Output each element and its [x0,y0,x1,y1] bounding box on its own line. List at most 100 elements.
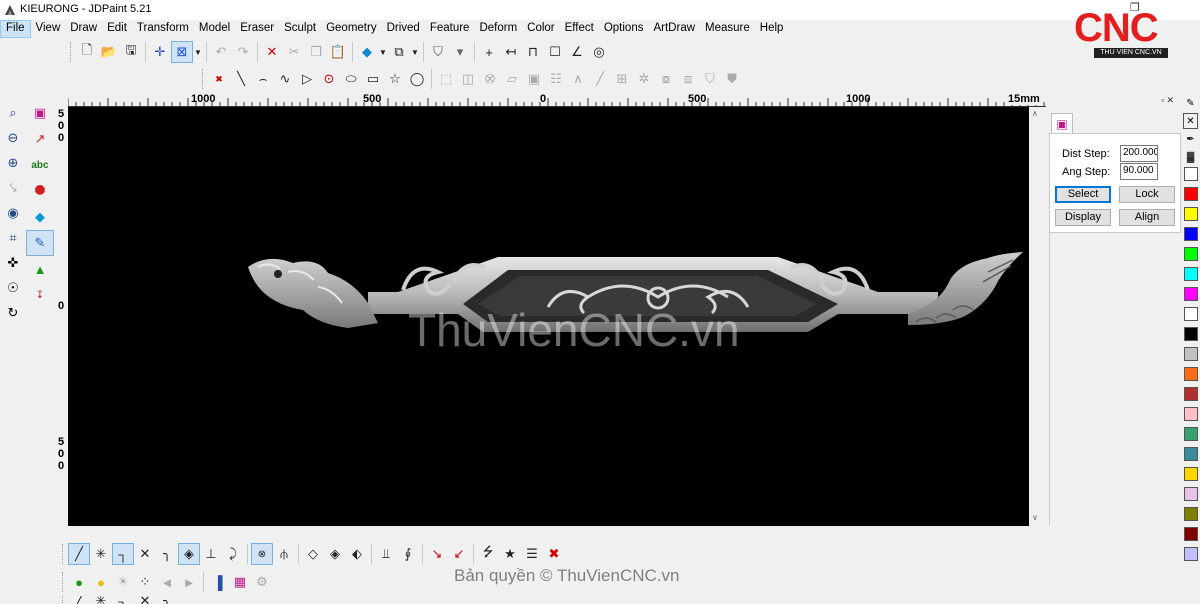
group-icon[interactable]: ⧇ [655,68,677,90]
shield-solid-icon[interactable]: ▾ [449,41,471,63]
array-icon[interactable]: ⬚ [435,68,457,90]
perpendicular-icon[interactable]: ⊥ [200,543,222,565]
text-abc-icon[interactable]: abc [26,152,54,178]
octagon-icon[interactable]: ⯃ [26,178,54,204]
scale-icon[interactable]: ▣ [523,68,545,90]
color-swatch[interactable] [1184,447,1198,461]
pick-icon[interactable]: ↗ [26,126,54,152]
box-measure-icon[interactable]: ☐ [544,41,566,63]
shield-fill-icon[interactable]: ⛊ [721,68,743,90]
diamond-icon[interactable]: ◈ [178,543,200,565]
zoom-in-icon[interactable]: ⊕ [0,150,26,175]
eye-icon[interactable]: ◉ [0,200,26,225]
rectangle-icon[interactable]: ▭ [362,68,384,90]
menu-file[interactable]: File [0,20,31,38]
no-color-icon[interactable]: ✕ [1183,113,1198,129]
trim-icon[interactable]: ╱ [589,68,611,90]
dist-step-input[interactable]: 200.000 [1120,145,1158,162]
chevron-down-icon[interactable]: ▼ [378,41,388,63]
pencil-icon[interactable]: ✎ [1183,95,1198,111]
menu-edit[interactable]: Edit [102,20,132,38]
measure-icon[interactable]: ↧ [26,282,54,308]
snap-point-icon[interactable]: ⊗ [251,543,273,565]
split-curve-icon[interactable]: ✳ [90,543,112,565]
list-icon[interactable]: ☰ [521,543,543,565]
shield-outline-icon[interactable]: ⛉ [699,68,721,90]
corner-icon[interactable]: ┐ [112,543,134,565]
node-add-icon[interactable]: ◇ [302,543,324,565]
open-folder-icon[interactable]: 📂 [98,41,120,63]
toolbar-grip[interactable] [70,42,73,62]
panel-window-controls[interactable]: ▫✕ [1161,95,1176,106]
yellow-bulb-icon[interactable]: ● [90,571,112,593]
menu-color[interactable]: Color [522,20,559,38]
table-icon[interactable]: ▦ [229,571,251,593]
color-swatch[interactable] [1184,187,1198,201]
paste-icon[interactable]: 📋 [327,41,349,63]
drawing-canvas[interactable]: ThuVienCNC.vn [68,107,1029,526]
gear-icon[interactable]: ⚙ [251,571,273,593]
circle-center-icon[interactable]: ⊙ [318,68,340,90]
tool-b-icon[interactable]: ✳ [90,596,112,604]
polyline-icon[interactable]: ▷ [296,68,318,90]
color-swatch[interactable] [1184,167,1198,181]
angle-icon[interactable]: ∠ [566,41,588,63]
view-cube-icon[interactable]: ⧉ [388,41,410,63]
weld-icon[interactable]: ⊞ [611,68,633,90]
zoom-out-icon[interactable]: ⊖ [0,125,26,150]
scroll-down-icon[interactable]: ∨ [1032,513,1038,522]
color-cube-icon[interactable]: ◆ [356,41,378,63]
new-file-icon[interactable]: 🗋 [76,41,98,63]
align-bottom-icon[interactable]: ⨚ [397,543,419,565]
menu-options[interactable]: Options [599,20,649,38]
color-swatch[interactable] [1184,247,1198,261]
menu-view[interactable]: View [31,20,66,38]
green-bulb-icon[interactable]: ● [68,571,90,593]
line-icon[interactable]: ╲ [230,68,252,90]
color-swatch[interactable] [1184,227,1198,241]
spline-icon[interactable]: ∿ [274,68,296,90]
color-swatch[interactable] [1184,287,1198,301]
menu-measure[interactable]: Measure [700,20,755,38]
offset-icon[interactable]: ⊓ [522,41,544,63]
ungroup-icon[interactable]: ⧈ [677,68,699,90]
color-swatch[interactable] [1184,547,1198,561]
eyedropper-icon[interactable]: ✒ [1183,131,1198,147]
ang-step-input[interactable]: 90.000 [1120,163,1158,180]
zoom-window-icon[interactable]: ⌕ [0,100,26,125]
toolbar-grip[interactable] [202,69,205,89]
connect-curve-icon[interactable]: ╱ [68,543,90,565]
color-swatch[interactable] [1184,487,1198,501]
menu-sculpt[interactable]: Sculpt [279,20,321,38]
shield-shade-icon[interactable]: ⛉ [427,41,449,63]
save-icon[interactable]: 🖫 [120,41,142,63]
arrow-right-icon[interactable]: ► [178,571,200,593]
color-swatch[interactable] [1184,527,1198,541]
light-icon[interactable]: ▲ [26,256,54,282]
sculpt-tool-icon[interactable]: ✎ [26,230,54,256]
node-move-icon[interactable]: ⬖ [346,543,368,565]
zoom-icon[interactable]: ☉ [0,275,26,300]
select-button[interactable]: Select [1055,186,1111,203]
menu-geometry[interactable]: Geometry [321,20,382,38]
circle-icon[interactable]: ◯ [406,68,428,90]
color-swatch[interactable] [1184,347,1198,361]
pick-remove-icon[interactable]: ↙ [448,543,470,565]
toolbar-grip[interactable] [62,544,65,564]
ellipse-icon[interactable]: ⬭ [340,68,362,90]
align-left-icon[interactable]: ⫫ [375,543,397,565]
zoom-all-icon[interactable]: ⌗ [0,225,26,250]
node-edit-icon[interactable]: ∧ [567,68,589,90]
mirror-icon[interactable]: ◫ [457,68,479,90]
toolbar-grip[interactable] [62,572,65,592]
display-button[interactable]: Display [1055,209,1111,226]
tangent-icon[interactable]: ⤸ [222,543,244,565]
distance-icon[interactable]: ↤ [500,41,522,63]
color-swatch[interactable] [1184,367,1198,381]
menu-feature[interactable]: Feature [425,20,475,38]
color-swatch[interactable] [1184,467,1198,481]
select-box-icon[interactable]: ⊠ [171,41,193,63]
tool-d-icon[interactable]: ✕ [134,596,156,604]
color-swatch[interactable] [1184,267,1198,281]
undo-icon[interactable]: ↶ [210,41,232,63]
